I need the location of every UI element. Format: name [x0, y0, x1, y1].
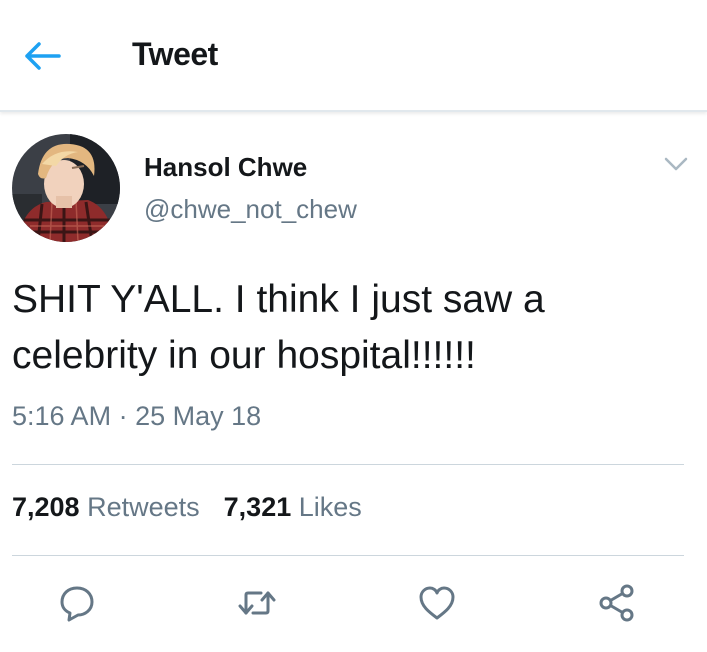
author-name[interactable]: Hansol Chwe	[144, 152, 307, 183]
speech-bubble-icon	[60, 586, 94, 622]
retweets-count: 7,208	[12, 492, 80, 522]
page-title: Tweet	[132, 36, 218, 72]
retweets-stat[interactable]: 7,208 Retweets	[12, 492, 200, 523]
divider	[12, 555, 684, 556]
engagement-stats: 7,208 Retweets 7,321 Likes	[12, 492, 362, 523]
profile-photo	[12, 134, 120, 242]
chevron-down-icon	[664, 157, 688, 171]
likes-stat[interactable]: 7,321 Likes	[224, 492, 362, 523]
likes-count: 7,321	[223, 492, 292, 522]
avatar[interactable]	[12, 134, 120, 242]
retweet-button[interactable]	[232, 578, 282, 628]
like-button[interactable]	[412, 578, 462, 628]
tweet-actions-bar	[0, 566, 707, 646]
likes-label: Likes	[298, 492, 362, 522]
timestamp-separator: ·	[118, 401, 128, 431]
top-app-bar: Tweet	[0, 0, 707, 112]
more-options-button[interactable]	[660, 150, 692, 178]
author-handle[interactable]: @chwe_not_chew	[144, 194, 357, 225]
tweet-time: 5:16 AM	[12, 401, 112, 431]
tweet-text: SHIT Y'ALL. I think I just saw a celebri…	[12, 272, 692, 384]
share-button[interactable]	[592, 578, 642, 628]
arrow-left-icon	[25, 42, 61, 70]
retweets-label: Retweets	[87, 492, 200, 522]
reply-button[interactable]	[52, 578, 102, 628]
tweet-timestamp: 5:16 AM · 25 May 18	[12, 401, 261, 432]
tweet-text-line-2: celebrity in our hospital!!!!!!	[12, 334, 476, 377]
tweet-date: 25 May 18	[135, 401, 262, 431]
divider	[12, 464, 684, 465]
back-button[interactable]	[18, 36, 64, 76]
retweet-icon	[238, 591, 276, 615]
share-icon	[599, 584, 634, 622]
heart-icon	[419, 586, 455, 620]
tweet-text-line-1: SHIT Y'ALL. I think I just saw a	[12, 278, 545, 321]
